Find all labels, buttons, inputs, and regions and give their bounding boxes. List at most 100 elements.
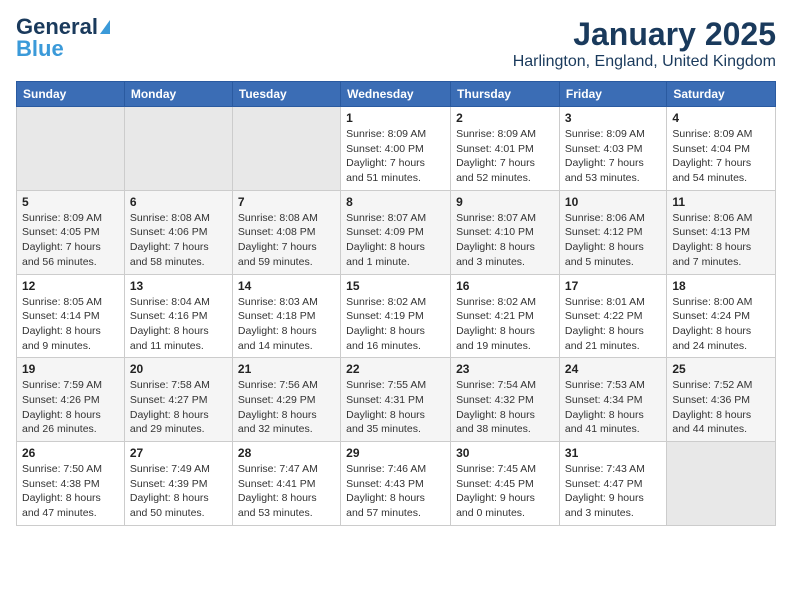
calendar-cell: 6Sunrise: 8:08 AMSunset: 4:06 PMDaylight… (124, 190, 232, 274)
day-info: Sunrise: 8:00 AMSunset: 4:24 PMDaylight:… (672, 295, 770, 354)
day-info: Sunrise: 7:43 AMSunset: 4:47 PMDaylight:… (565, 462, 661, 521)
week-row-3: 12 Sunrise: 8:05 AMSunset: 4:14 PMDayligh… (17, 274, 776, 358)
calendar-cell: 8Sunrise: 8:07 AMSunset: 4:09 PMDaylight… (341, 190, 451, 274)
calendar-cell: 2 Sunrise: 8:09 AMSunset: 4:01 PMDaylight… (451, 107, 560, 191)
calendar-cell: 12 Sunrise: 8:05 AMSunset: 4:14 PMDayligh… (17, 274, 125, 358)
day-number: 17 (565, 279, 661, 293)
day-number: 8 (346, 195, 445, 209)
calendar-cell (124, 107, 232, 191)
day-info: Sunrise: 7:46 AMSunset: 4:43 PMDaylight:… (346, 462, 445, 521)
calendar-cell: 13 Sunrise: 8:04 AMSunset: 4:16 PMDayligh… (124, 274, 232, 358)
day-number: 2 (456, 111, 554, 125)
calendar-cell: 21 Sunrise: 7:56 AMSunset: 4:29 PMDayligh… (232, 358, 340, 442)
day-number: 21 (238, 362, 335, 376)
day-number: 14 (238, 279, 335, 293)
calendar-cell: 14 Sunrise: 8:03 AMSunset: 4:18 PMDayligh… (232, 274, 340, 358)
calendar-cell (667, 442, 776, 526)
calendar-cell: 10 Sunrise: 8:06 AMSunset: 4:12 PMDayligh… (559, 190, 666, 274)
header-day-thursday: Thursday (451, 82, 560, 107)
day-info: Sunrise: 8:09 AMSunset: 4:05 PMDaylight:… (22, 211, 119, 270)
day-info: Sunrise: 8:02 AMSunset: 4:19 PMDaylight:… (346, 295, 445, 354)
day-info: Sunrise: 8:08 AMSunset: 4:08 PMDaylight:… (238, 211, 335, 270)
calendar-cell: 27 Sunrise: 7:49 AMSunset: 4:39 PMDayligh… (124, 442, 232, 526)
day-info: Sunrise: 8:09 AMSunset: 4:00 PMDaylight:… (346, 127, 445, 186)
logo-icon (100, 20, 110, 34)
day-number: 12 (22, 279, 119, 293)
day-info: Sunrise: 7:49 AMSunset: 4:39 PMDaylight:… (130, 462, 227, 521)
day-number: 9 (456, 195, 554, 209)
day-info: Sunrise: 8:04 AMSunset: 4:16 PMDaylight:… (130, 295, 227, 354)
logo: General Blue (16, 16, 110, 60)
header-day-wednesday: Wednesday (341, 82, 451, 107)
calendar-subtitle: Harlington, England, United Kingdom (513, 53, 776, 71)
day-number: 26 (22, 446, 119, 460)
day-info: Sunrise: 8:02 AMSunset: 4:21 PMDaylight:… (456, 295, 554, 354)
day-info: Sunrise: 8:06 AMSunset: 4:13 PMDaylight:… (672, 211, 770, 270)
day-info: Sunrise: 8:03 AMSunset: 4:18 PMDaylight:… (238, 295, 335, 354)
day-number: 18 (672, 279, 770, 293)
calendar-cell: 31Sunrise: 7:43 AMSunset: 4:47 PMDayligh… (559, 442, 666, 526)
calendar-cell (17, 107, 125, 191)
day-number: 25 (672, 362, 770, 376)
calendar-cell: 4Sunrise: 8:09 AMSunset: 4:04 PMDaylight… (667, 107, 776, 191)
calendar-cell: 18 Sunrise: 8:00 AMSunset: 4:24 PMDayligh… (667, 274, 776, 358)
day-number: 24 (565, 362, 661, 376)
day-number: 1 (346, 111, 445, 125)
calendar-cell: 23 Sunrise: 7:54 AMSunset: 4:32 PMDayligh… (451, 358, 560, 442)
calendar-cell: 25 Sunrise: 7:52 AMSunset: 4:36 PMDayligh… (667, 358, 776, 442)
day-info: Sunrise: 8:01 AMSunset: 4:22 PMDaylight:… (565, 295, 661, 354)
calendar-cell: 28 Sunrise: 7:47 AMSunset: 4:41 PMDayligh… (232, 442, 340, 526)
day-number: 22 (346, 362, 445, 376)
day-info: Sunrise: 7:54 AMSunset: 4:32 PMDaylight:… (456, 378, 554, 437)
day-number: 30 (456, 446, 554, 460)
calendar-cell: 9Sunrise: 8:07 AMSunset: 4:10 PMDaylight… (451, 190, 560, 274)
week-row-4: 19Sunrise: 7:59 AMSunset: 4:26 PMDayligh… (17, 358, 776, 442)
calendar-cell: 30Sunrise: 7:45 AMSunset: 4:45 PMDayligh… (451, 442, 560, 526)
logo-text-blue: Blue (16, 38, 64, 60)
calendar-cell: 16 Sunrise: 8:02 AMSunset: 4:21 PMDayligh… (451, 274, 560, 358)
day-info: Sunrise: 8:09 AMSunset: 4:01 PMDaylight:… (456, 127, 554, 186)
calendar-cell: 29 Sunrise: 7:46 AMSunset: 4:43 PMDayligh… (341, 442, 451, 526)
calendar-cell: 22 Sunrise: 7:55 AMSunset: 4:31 PMDayligh… (341, 358, 451, 442)
calendar-body: 1 Sunrise: 8:09 AMSunset: 4:00 PMDaylight… (17, 107, 776, 526)
header-day-tuesday: Tuesday (232, 82, 340, 107)
header-day-saturday: Saturday (667, 82, 776, 107)
calendar-cell: 5 Sunrise: 8:09 AMSunset: 4:05 PMDaylight… (17, 190, 125, 274)
day-number: 16 (456, 279, 554, 293)
header-day-friday: Friday (559, 82, 666, 107)
day-info: Sunrise: 7:53 AMSunset: 4:34 PMDaylight:… (565, 378, 661, 437)
day-number: 10 (565, 195, 661, 209)
day-number: 28 (238, 446, 335, 460)
calendar-cell: 19Sunrise: 7:59 AMSunset: 4:26 PMDayligh… (17, 358, 125, 442)
day-number: 23 (456, 362, 554, 376)
week-row-5: 26Sunrise: 7:50 AMSunset: 4:38 PMDayligh… (17, 442, 776, 526)
day-info: Sunrise: 7:52 AMSunset: 4:36 PMDaylight:… (672, 378, 770, 437)
day-number: 11 (672, 195, 770, 209)
calendar-cell: 1 Sunrise: 8:09 AMSunset: 4:00 PMDaylight… (341, 107, 451, 191)
day-number: 27 (130, 446, 227, 460)
calendar-header-row: SundayMondayTuesdayWednesdayThursdayFrid… (17, 82, 776, 107)
day-number: 29 (346, 446, 445, 460)
day-number: 5 (22, 195, 119, 209)
day-info: Sunrise: 7:55 AMSunset: 4:31 PMDaylight:… (346, 378, 445, 437)
header-day-monday: Monday (124, 82, 232, 107)
day-number: 13 (130, 279, 227, 293)
logo-text-general: General (16, 16, 98, 38)
header-day-sunday: Sunday (17, 82, 125, 107)
week-row-1: 1 Sunrise: 8:09 AMSunset: 4:00 PMDaylight… (17, 107, 776, 191)
day-number: 7 (238, 195, 335, 209)
calendar-cell: 11 Sunrise: 8:06 AMSunset: 4:13 PMDayligh… (667, 190, 776, 274)
day-info: Sunrise: 8:06 AMSunset: 4:12 PMDaylight:… (565, 211, 661, 270)
day-info: Sunrise: 7:56 AMSunset: 4:29 PMDaylight:… (238, 378, 335, 437)
day-info: Sunrise: 8:05 AMSunset: 4:14 PMDaylight:… (22, 295, 119, 354)
calendar-cell: 15Sunrise: 8:02 AMSunset: 4:19 PMDayligh… (341, 274, 451, 358)
day-number: 19 (22, 362, 119, 376)
calendar-cell: 20Sunrise: 7:58 AMSunset: 4:27 PMDayligh… (124, 358, 232, 442)
day-info: Sunrise: 8:09 AMSunset: 4:04 PMDaylight:… (672, 127, 770, 186)
day-number: 3 (565, 111, 661, 125)
week-row-2: 5 Sunrise: 8:09 AMSunset: 4:05 PMDaylight… (17, 190, 776, 274)
day-number: 6 (130, 195, 227, 209)
calendar-table: SundayMondayTuesdayWednesdayThursdayFrid… (16, 81, 776, 526)
calendar-cell: 24 Sunrise: 7:53 AMSunset: 4:34 PMDayligh… (559, 358, 666, 442)
day-info: Sunrise: 7:47 AMSunset: 4:41 PMDaylight:… (238, 462, 335, 521)
